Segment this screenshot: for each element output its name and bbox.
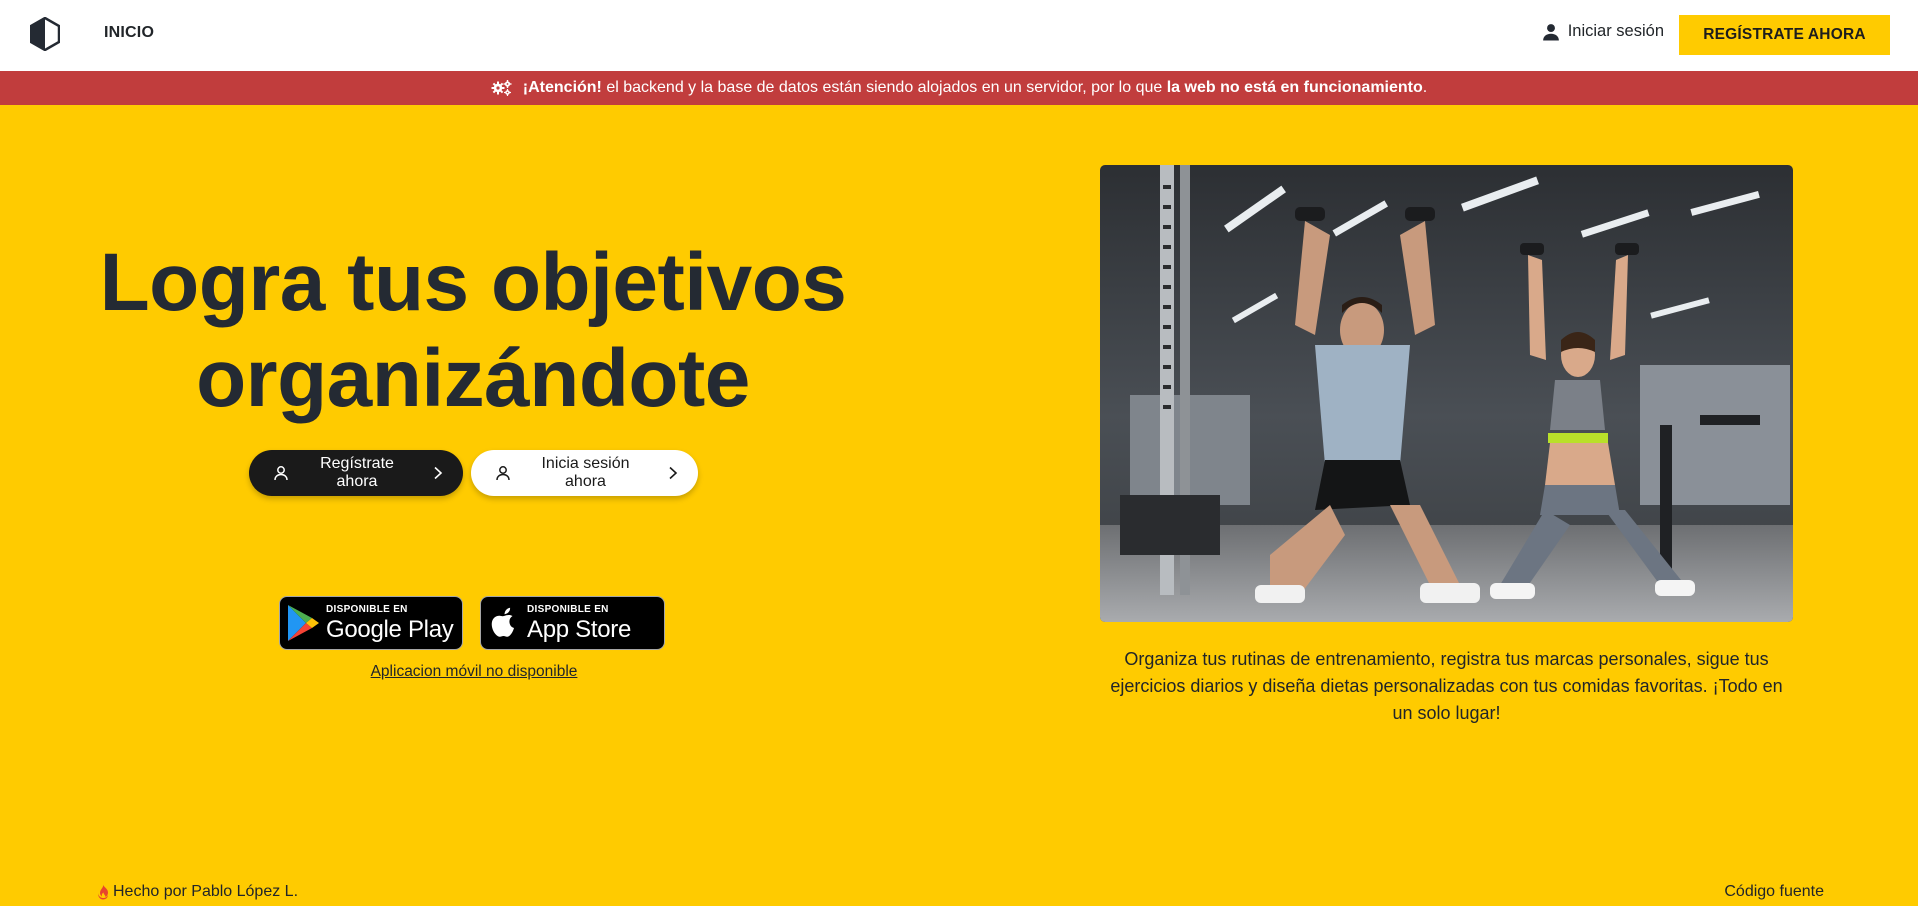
hero-title-line1: Logra tus objetivos bbox=[99, 237, 847, 328]
user-outline-icon bbox=[496, 466, 510, 481]
gears-icon bbox=[491, 80, 512, 96]
alert-message: ¡Atención! el backend y la base de datos… bbox=[523, 79, 1427, 97]
login-link-label: Iniciar sesión bbox=[1567, 22, 1664, 40]
footer-credit: Hecho por Pablo López L. bbox=[96, 883, 298, 901]
app-store-small-label: DISPONIBLE EN bbox=[527, 603, 609, 615]
google-play-label: Google Play bbox=[326, 615, 454, 643]
app-unavailable-link[interactable]: Aplicacion móvil no disponible bbox=[274, 663, 674, 681]
chevron-right-icon bbox=[669, 466, 678, 480]
nav-home-link[interactable]: INICIO bbox=[104, 24, 154, 42]
logo-icon[interactable] bbox=[30, 17, 60, 51]
gym-photo-illustration bbox=[1100, 165, 1793, 622]
register-now-button[interactable]: REGÍSTRATE AHORA bbox=[1679, 15, 1890, 55]
apple-icon bbox=[491, 607, 514, 637]
hero-login-button[interactable]: Inicia sesión ahora bbox=[471, 450, 698, 496]
user-outline-icon bbox=[274, 466, 288, 481]
google-play-icon bbox=[288, 605, 319, 641]
alert-end: . bbox=[1422, 79, 1428, 96]
hero-description: Organiza tus rutinas de entrenamiento, r… bbox=[1110, 649, 1783, 723]
top-navbar: INICIO Iniciar sesión REGÍSTRATE AHORA bbox=[0, 0, 1918, 71]
source-code-link[interactable]: Código fuente bbox=[1724, 883, 1824, 901]
maintenance-alert-banner: ¡Atención! el backend y la base de datos… bbox=[0, 71, 1918, 105]
login-link[interactable]: Iniciar sesión bbox=[1542, 22, 1664, 41]
hero-register-label: Regístrate ahora bbox=[320, 455, 394, 490]
footer-credit-text: Hecho por Pablo López L. bbox=[113, 883, 299, 900]
google-play-badge[interactable]: DISPONIBLE EN Google Play bbox=[279, 596, 463, 650]
hero-title-line2: organizándote bbox=[196, 333, 750, 424]
hero-title: Logra tus objetivos organizándote bbox=[70, 235, 876, 427]
user-icon bbox=[1542, 23, 1559, 40]
fire-icon bbox=[98, 884, 108, 900]
hero-register-button[interactable]: Regístrate ahora bbox=[249, 450, 463, 496]
alert-strong-suffix: la web no está en funcionamiento bbox=[1166, 79, 1423, 96]
app-store-badge[interactable]: DISPONIBLE EN App Store bbox=[480, 596, 665, 650]
app-store-label: App Store bbox=[527, 615, 632, 643]
chevron-right-icon bbox=[434, 466, 443, 480]
hero-login-label: Inicia sesión ahora bbox=[541, 455, 630, 490]
google-play-small-label: DISPONIBLE EN bbox=[326, 603, 408, 615]
hero-gym-photo bbox=[1100, 165, 1793, 622]
alert-text: el backend y la base de datos están sien… bbox=[601, 79, 1167, 96]
alert-strong-prefix: ¡Atención! bbox=[522, 79, 602, 96]
